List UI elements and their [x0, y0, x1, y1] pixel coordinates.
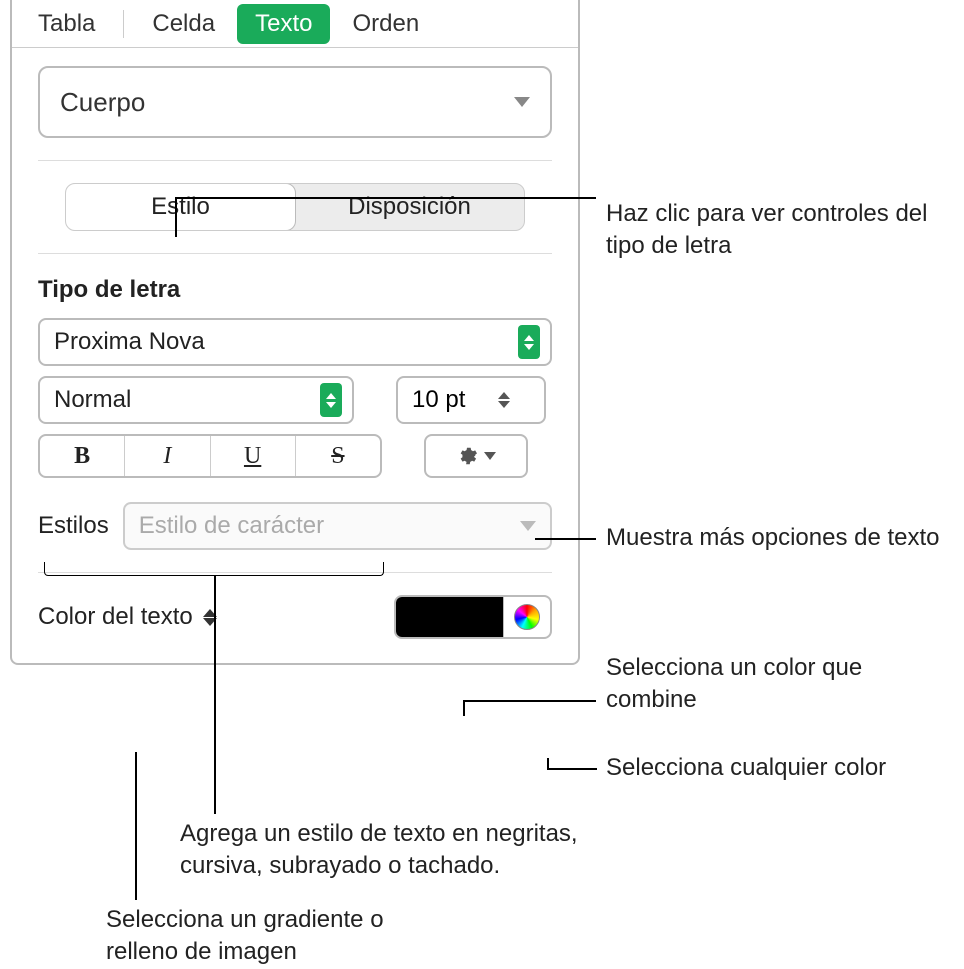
font-size-field[interactable] [396, 376, 546, 424]
style-layout-segmented: Estilo Disposición [65, 183, 525, 231]
character-style-placeholder: Estilo de carácter [139, 512, 324, 540]
callout-line [547, 768, 597, 770]
paragraph-style-select[interactable]: Cuerpo [38, 66, 552, 138]
font-size-input[interactable] [412, 386, 492, 414]
italic-button[interactable]: I [125, 436, 210, 476]
dropdown-stepper-icon [320, 383, 342, 417]
divider [38, 253, 552, 254]
callout-line [535, 538, 596, 540]
character-styles-label: Estilos [38, 512, 109, 540]
tab-texto[interactable]: Texto [237, 4, 330, 44]
font-family-value: Proxima Nova [54, 328, 205, 356]
gear-icon [456, 445, 478, 467]
tab-divider [123, 10, 124, 38]
bracket [44, 562, 384, 576]
tab-celda[interactable]: Celda [134, 4, 233, 44]
dropdown-stepper-icon [518, 325, 540, 359]
character-style-select[interactable]: Estilo de carácter [123, 502, 552, 550]
tab-tabla[interactable]: Tabla [20, 4, 113, 44]
callout-line [175, 197, 596, 199]
color-controls [394, 595, 552, 639]
underline-button[interactable]: U [211, 436, 296, 476]
callout-bius: Agrega un estilo de texto en negritas, c… [180, 818, 650, 883]
strikethrough-button[interactable]: S [296, 436, 380, 476]
callout-line [547, 758, 549, 769]
stepper-icon[interactable] [498, 392, 510, 408]
tab-orden[interactable]: Orden [334, 4, 437, 44]
paragraph-style-label: Cuerpo [60, 87, 145, 118]
advanced-options-button[interactable] [424, 434, 528, 478]
callout-font-controls: Haz clic para ver controles del tipo de … [606, 198, 956, 263]
text-color-label: Color del texto [38, 603, 193, 631]
font-weight-select[interactable]: Normal [38, 376, 354, 424]
font-family-select[interactable]: Proxima Nova [38, 318, 552, 366]
callout-line [463, 700, 465, 716]
inspector-top-tabs: Tabla Celda Texto Orden [12, 0, 578, 48]
bold-button[interactable]: B [40, 436, 125, 476]
color-wheel-icon [514, 604, 540, 630]
color-swatch-well[interactable] [396, 597, 504, 637]
chevron-down-icon [514, 97, 530, 107]
callout-line [214, 576, 216, 814]
callout-any-color: Selecciona cualquier color [606, 752, 956, 784]
text-style-group: B I U S [38, 434, 382, 478]
callout-matching-color: Selecciona un color que combine [606, 652, 956, 717]
color-picker-button[interactable] [504, 597, 550, 637]
chevron-down-icon [484, 452, 496, 460]
divider [38, 160, 552, 161]
callout-gradient: Selecciona un gradiente o relleno de ima… [106, 904, 446, 969]
callout-more-options: Muestra más opciones de texto [606, 522, 956, 554]
chevron-down-icon [520, 521, 536, 531]
callout-line [135, 752, 137, 900]
segment-estilo[interactable]: Estilo [65, 183, 296, 231]
font-weight-value: Normal [54, 386, 131, 414]
callout-line [463, 700, 596, 702]
font-section-heading: Tipo de letra [38, 276, 552, 304]
segment-disposicion[interactable]: Disposición [295, 184, 524, 230]
callout-line [175, 197, 177, 237]
